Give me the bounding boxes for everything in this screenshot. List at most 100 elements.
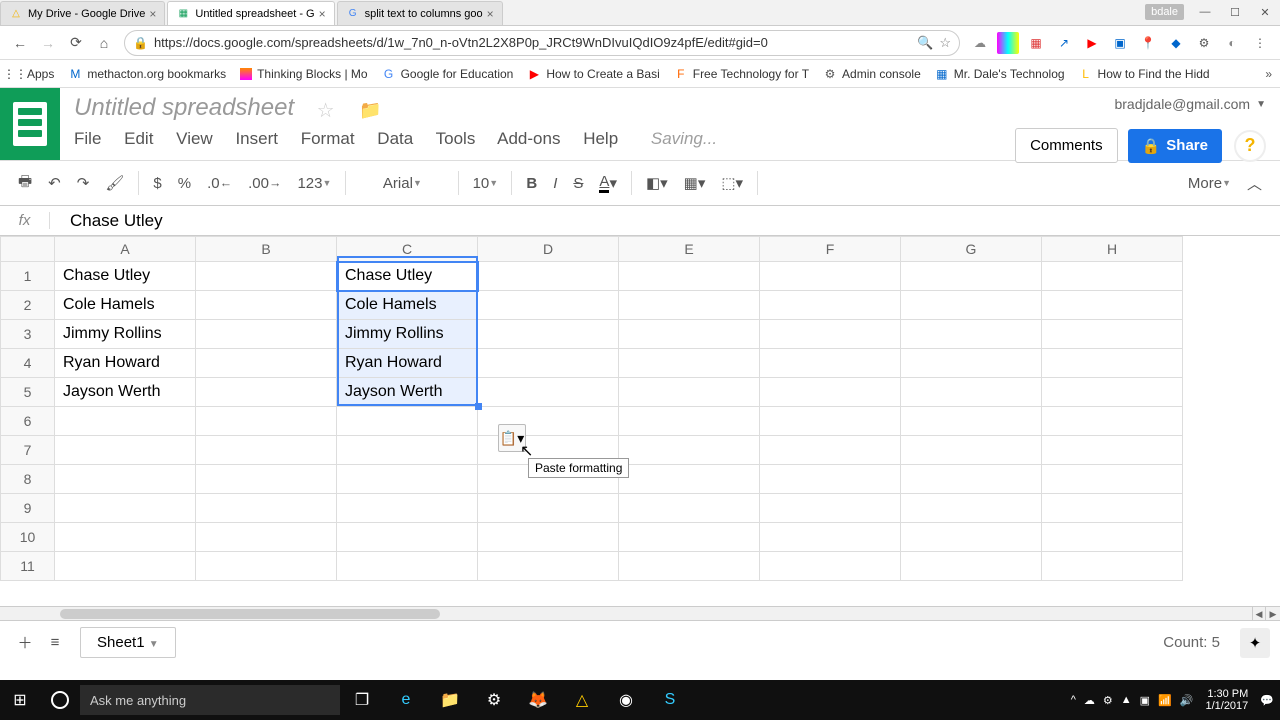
scroll-right-icon[interactable]: ▶ bbox=[1266, 607, 1280, 621]
menu-format[interactable]: Format bbox=[301, 129, 355, 148]
add-sheet-button[interactable]: ＋ bbox=[10, 628, 40, 658]
cell[interactable] bbox=[760, 378, 901, 407]
cell[interactable] bbox=[478, 378, 619, 407]
menu-icon[interactable]: ⋮ bbox=[1249, 32, 1271, 54]
cell[interactable] bbox=[760, 291, 901, 320]
cell[interactable] bbox=[478, 494, 619, 523]
row-header[interactable]: 1 bbox=[1, 262, 55, 291]
star-icon[interactable]: ☆ bbox=[939, 35, 951, 51]
print-button[interactable]: 🖶 bbox=[10, 168, 40, 198]
cell[interactable] bbox=[760, 552, 901, 581]
cell[interactable] bbox=[1042, 407, 1183, 436]
bookmark[interactable]: FFree Technology for T bbox=[674, 67, 809, 81]
cell[interactable] bbox=[196, 465, 337, 494]
cell[interactable] bbox=[619, 465, 760, 494]
cell[interactable]: Chase Utley bbox=[55, 262, 196, 291]
cell[interactable] bbox=[901, 291, 1042, 320]
minimize-button[interactable]: — bbox=[1190, 1, 1220, 23]
cell[interactable] bbox=[55, 523, 196, 552]
cell[interactable] bbox=[1042, 291, 1183, 320]
cell[interactable]: Ryan Howard bbox=[55, 349, 196, 378]
row-header[interactable]: 7 bbox=[1, 436, 55, 465]
bookmark[interactable]: LHow to Find the Hidd bbox=[1079, 67, 1210, 81]
scroll-left-icon[interactable]: ◀ bbox=[1252, 607, 1266, 621]
profile-badge[interactable]: bdale bbox=[1145, 4, 1184, 20]
spreadsheet-grid[interactable]: A B C D E F G H 1Chase UtleyChase Utley … bbox=[0, 236, 1280, 606]
help-button[interactable]: ? bbox=[1234, 130, 1266, 162]
cell[interactable] bbox=[337, 407, 478, 436]
maximize-button[interactable]: ☐ bbox=[1220, 1, 1250, 23]
cell[interactable] bbox=[760, 349, 901, 378]
cell[interactable] bbox=[55, 407, 196, 436]
column-header[interactable]: H bbox=[1042, 237, 1183, 262]
percent-button[interactable]: % bbox=[170, 168, 199, 198]
cell[interactable] bbox=[619, 262, 760, 291]
cell[interactable] bbox=[1042, 378, 1183, 407]
chevron-down-icon[interactable]: ▼ bbox=[1256, 99, 1266, 110]
bookmark[interactable]: ⚙Admin console bbox=[823, 67, 921, 81]
number-format-dropdown[interactable]: 123 bbox=[289, 168, 339, 198]
taskbar-firefox-icon[interactable]: 🦊 bbox=[516, 680, 560, 720]
cell[interactable] bbox=[619, 349, 760, 378]
cell[interactable] bbox=[619, 407, 760, 436]
cell-active[interactable]: Chase Utley bbox=[337, 262, 478, 291]
row-header[interactable]: 11 bbox=[1, 552, 55, 581]
all-sheets-button[interactable]: ≡ bbox=[40, 628, 70, 658]
forward-button[interactable]: → bbox=[36, 31, 60, 55]
row-header[interactable]: 10 bbox=[1, 523, 55, 552]
cell[interactable] bbox=[901, 349, 1042, 378]
scrollbar-thumb[interactable] bbox=[60, 609, 440, 619]
cell[interactable] bbox=[196, 349, 337, 378]
cell[interactable] bbox=[478, 320, 619, 349]
cell[interactable] bbox=[901, 407, 1042, 436]
bold-button[interactable]: B bbox=[518, 168, 545, 198]
browser-tab[interactable]: △ My Drive - Google Drive × bbox=[0, 1, 165, 25]
sheet-tab[interactable]: Sheet1 ▼ bbox=[80, 627, 176, 658]
ext-icon[interactable]: ▶ bbox=[1081, 32, 1103, 54]
column-header[interactable]: G bbox=[901, 237, 1042, 262]
horizontal-scrollbar[interactable]: ◀ ▶ bbox=[0, 606, 1280, 620]
close-icon[interactable]: × bbox=[487, 7, 494, 21]
cell[interactable] bbox=[619, 378, 760, 407]
explore-button[interactable]: ✦ bbox=[1240, 628, 1270, 658]
select-all[interactable] bbox=[1, 237, 55, 262]
taskbar-drive-icon[interactable]: △ bbox=[560, 680, 604, 720]
cell[interactable] bbox=[478, 262, 619, 291]
row-header[interactable]: 5 bbox=[1, 378, 55, 407]
bookmark[interactable]: Mmethacton.org bookmarks bbox=[68, 67, 226, 81]
row-header[interactable]: 2 bbox=[1, 291, 55, 320]
cell[interactable] bbox=[760, 465, 901, 494]
star-icon[interactable]: ☆ bbox=[317, 100, 335, 122]
menu-insert[interactable]: Insert bbox=[235, 129, 278, 148]
folder-icon[interactable]: 📁 bbox=[359, 100, 381, 120]
bookmark[interactable]: ▦Mr. Dale's Technolog bbox=[935, 67, 1065, 81]
cell[interactable] bbox=[337, 494, 478, 523]
cell[interactable] bbox=[1042, 552, 1183, 581]
cell[interactable] bbox=[337, 436, 478, 465]
back-button[interactable]: ← bbox=[8, 31, 32, 55]
cell[interactable] bbox=[1042, 436, 1183, 465]
currency-button[interactable]: $ bbox=[145, 168, 169, 198]
clock[interactable]: 1:30 PM 1/1/2017 bbox=[1205, 688, 1248, 712]
cell[interactable] bbox=[901, 465, 1042, 494]
cell[interactable] bbox=[1042, 465, 1183, 494]
cell[interactable]: Jimmy Rollins bbox=[55, 320, 196, 349]
sheets-logo[interactable] bbox=[0, 88, 60, 160]
paint-format-button[interactable]: 🖌 bbox=[97, 168, 132, 198]
row-header[interactable]: 3 bbox=[1, 320, 55, 349]
cell[interactable] bbox=[196, 523, 337, 552]
cell[interactable]: Cole Hamels bbox=[55, 291, 196, 320]
menu-edit[interactable]: Edit bbox=[124, 129, 153, 148]
menu-help[interactable]: Help bbox=[583, 129, 618, 148]
home-button[interactable]: ⌂ bbox=[92, 31, 116, 55]
close-icon[interactable]: × bbox=[319, 7, 326, 21]
cortana-button[interactable] bbox=[40, 680, 80, 720]
cell[interactable] bbox=[478, 291, 619, 320]
row-header[interactable]: 6 bbox=[1, 407, 55, 436]
cell[interactable] bbox=[619, 291, 760, 320]
cell[interactable] bbox=[901, 494, 1042, 523]
ext-icon[interactable]: ↗ bbox=[1053, 32, 1075, 54]
cell[interactable] bbox=[1042, 320, 1183, 349]
taskbar-explorer-icon[interactable]: 📁 bbox=[428, 680, 472, 720]
more-button[interactable]: More bbox=[1180, 168, 1239, 198]
